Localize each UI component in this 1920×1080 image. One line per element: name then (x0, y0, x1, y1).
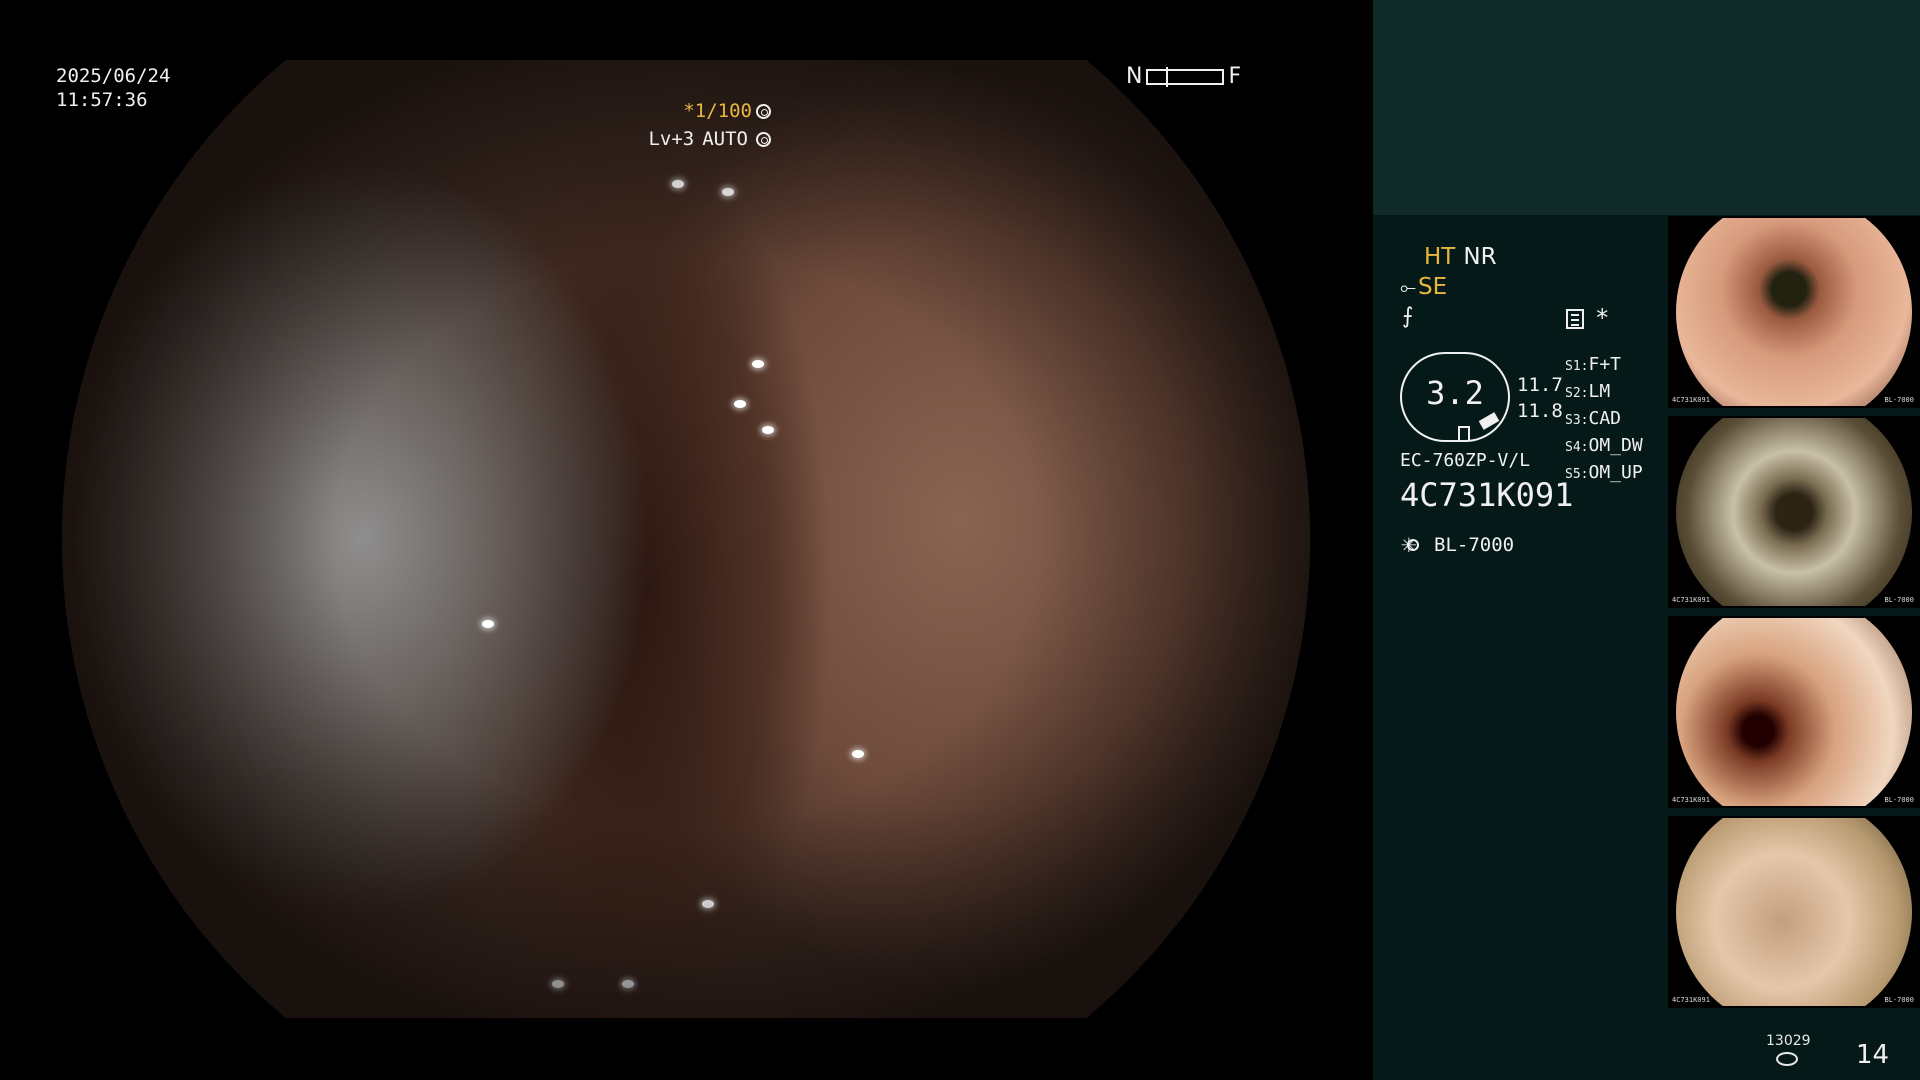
slot-item: S5:OM_UP (1565, 462, 1643, 483)
disk-icon (1776, 1052, 1798, 1066)
frame-count: 14 (1856, 1040, 1890, 1070)
thumbnail-light: BL-7000 (1884, 996, 1914, 1004)
thumbnail-light: BL-7000 (1884, 796, 1914, 804)
light-reflection (482, 620, 494, 628)
near-label: N (1126, 64, 1143, 89)
thumbnail[interactable]: 4C731K091 BL-7000 (1668, 416, 1920, 608)
light-reflection (552, 980, 564, 988)
gauge-value: 3.2 (1426, 374, 1484, 412)
light-reflection (734, 400, 746, 408)
captured-thumbnails: 4C731K091 BL-7000 4C731K091 BL-7000 4C73… (1668, 216, 1920, 1016)
date-text: 2025/06/24 (56, 65, 171, 87)
shutter-icon (756, 103, 771, 119)
zoom-symbol: ⨍ (1402, 304, 1414, 329)
thumbnail[interactable]: 4C731K091 BL-7000 (1668, 216, 1920, 408)
thumbnail-image (1676, 218, 1912, 406)
light-reflection (722, 188, 734, 196)
nr-indicator: NR (1463, 244, 1497, 270)
light-reflection (752, 360, 764, 368)
focus-track (1146, 66, 1225, 87)
sun-icon (1400, 529, 1426, 559)
time-text: 11:57:36 (56, 89, 148, 111)
ht-indicator: HT (1424, 244, 1456, 270)
thumbnail-light: BL-7000 (1884, 396, 1914, 404)
shutter-speed: *1/100 (683, 100, 771, 122)
light-reflection (852, 750, 864, 758)
thumbnail[interactable]: 4C731K091 BL-7000 (1668, 616, 1920, 808)
image-count: 13029 (1766, 1033, 1811, 1049)
scope-serial: 4C731K091 (1400, 476, 1574, 514)
enhance-icon: ⟜ (1400, 275, 1416, 299)
thumbnail-light: BL-7000 (1884, 596, 1914, 604)
capture-icon (1566, 309, 1584, 329)
light-reflection (622, 980, 634, 988)
panel-header-area (1373, 0, 1920, 215)
slot-item: S2:LM (1565, 381, 1611, 402)
gauge-marker (1458, 426, 1470, 440)
level-text: Lv+3 (648, 128, 695, 150)
zoom-gauge: 3.2 (1400, 352, 1510, 442)
structure-enhance-status: ⟜SE (1400, 274, 1447, 300)
thumbnail-image (1676, 618, 1912, 806)
thumbnail-serial: 4C731K091 (1672, 996, 1710, 1004)
light-source-label: BL-7000 (1434, 534, 1515, 556)
brightness-level: Lv+3 AUTO (648, 128, 771, 150)
slot-item: S3:CAD (1565, 408, 1621, 429)
value-a: 11.7 (1517, 374, 1563, 396)
thumbnail-image (1676, 418, 1912, 606)
thumbnail-image (1676, 818, 1912, 1006)
datetime: 2025/06/24 11:57:36 (56, 64, 170, 112)
thumbnail-serial: 4C731K091 (1672, 396, 1710, 404)
thumbnail-serial: 4C731K091 (1672, 796, 1710, 804)
mode-text: AUTO (702, 128, 748, 150)
value-b: 11.8 (1517, 400, 1563, 422)
slot-item: S1:F+T (1565, 354, 1621, 375)
scope-model: EC-760ZP-V/L (1400, 450, 1531, 471)
far-label: F (1228, 64, 1242, 89)
light-source: BL-7000 (1400, 529, 1515, 559)
light-reflection (672, 180, 684, 188)
main-endoscope-view: 2025/06/24 11:57:36 N F *1/100 Lv+3 AUTO (0, 0, 1372, 1080)
slot-item: S4:OM_DW (1565, 435, 1643, 456)
shutter-text: *1/100 (683, 100, 752, 122)
thumbnail-serial: 4C731K091 (1672, 596, 1710, 604)
scope-switch-list: S1:F+T S2:LM S3:CAD S4:OM_DW S5:OM_UP (1565, 352, 1643, 487)
auto-iris-icon (756, 131, 771, 147)
light-reflection (762, 426, 774, 434)
gauge-tab (1478, 412, 1500, 430)
se-indicator: SE (1418, 274, 1448, 300)
image-processing-status: HT NR (1424, 244, 1497, 270)
asterisk-indicator: * (1595, 304, 1610, 332)
endoscopic-image (62, 60, 1310, 1018)
near-far-focus-indicator: N F (1126, 64, 1241, 89)
light-reflection (702, 900, 714, 908)
thumbnail[interactable]: 4C731K091 BL-7000 (1668, 816, 1920, 1008)
